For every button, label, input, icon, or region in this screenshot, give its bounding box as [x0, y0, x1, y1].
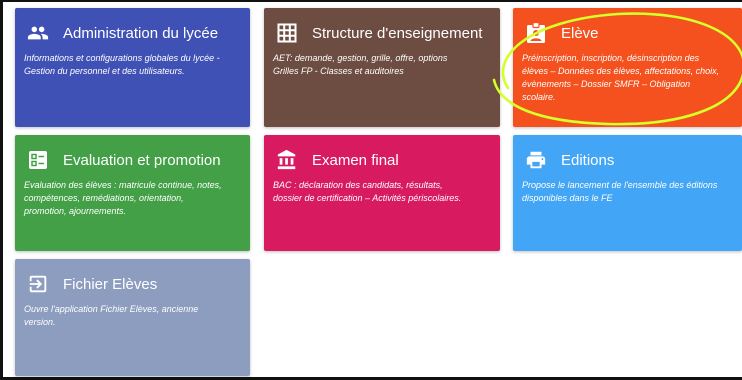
tile-header: Elève — [525, 20, 599, 46]
tile-fichier-eleves[interactable]: Fichier Elèves Ouvre l'application Fichi… — [15, 259, 250, 376]
tile-description: Evaluation des élèves : matricule contin… — [24, 180, 222, 216]
tile-editions[interactable]: Editions Propose le lancement de l'ensem… — [513, 135, 742, 251]
tile-eleve[interactable]: Elève Préinscription, inscription, désin… — [513, 8, 742, 127]
tile-title: Administration du lycée — [63, 24, 219, 42]
tile-header: Examen final — [276, 147, 399, 173]
tile-header: Fichier Elèves — [27, 271, 157, 297]
tile-structure[interactable]: Structure d'enseignement AET: demande, g… — [264, 8, 500, 127]
badge-icon — [525, 22, 547, 44]
tile-header: Administration du lycée — [27, 20, 218, 46]
bank-icon — [276, 149, 298, 171]
tile-description: BAC : déclaration des candidats, résulta… — [273, 180, 462, 203]
window-border-left — [0, 0, 3, 380]
tile-evaluation[interactable]: Evaluation et promotion Evaluation des é… — [15, 135, 250, 251]
tile-title: Structure d'enseignement — [312, 24, 483, 42]
tile-header: Editions — [525, 147, 614, 173]
tile-examen[interactable]: Examen final BAC : déclaration des candi… — [264, 135, 500, 251]
tile-administration[interactable]: Administration du lycée Informations et … — [15, 8, 250, 127]
people-icon — [27, 22, 49, 44]
tile-title: Fichier Elèves — [63, 275, 158, 293]
printer-icon — [525, 149, 547, 171]
tile-description: Propose le lancement de l'ensemble des é… — [522, 180, 718, 203]
exit-to-app-icon — [27, 273, 49, 295]
tile-header: Structure d'enseignement — [276, 20, 482, 46]
tile-title: Evaluation et promotion — [63, 151, 221, 169]
checklist-icon — [27, 149, 49, 171]
tile-description: Préinscription, inscription, désinscript… — [522, 53, 720, 102]
tile-title: Elève — [561, 24, 599, 42]
tile-description: Informations et configurations globales … — [24, 53, 220, 76]
tile-title: Examen final — [312, 151, 399, 169]
tile-description: Ouvre l'application Fichier Elèves, anci… — [24, 304, 199, 327]
tile-description: AET: demande, gestion, grille, offre, op… — [273, 53, 448, 76]
window-border-top — [0, 0, 742, 2]
grid-icon — [276, 22, 298, 44]
tile-header: Evaluation et promotion — [27, 147, 221, 173]
tile-title: Editions — [561, 151, 615, 169]
